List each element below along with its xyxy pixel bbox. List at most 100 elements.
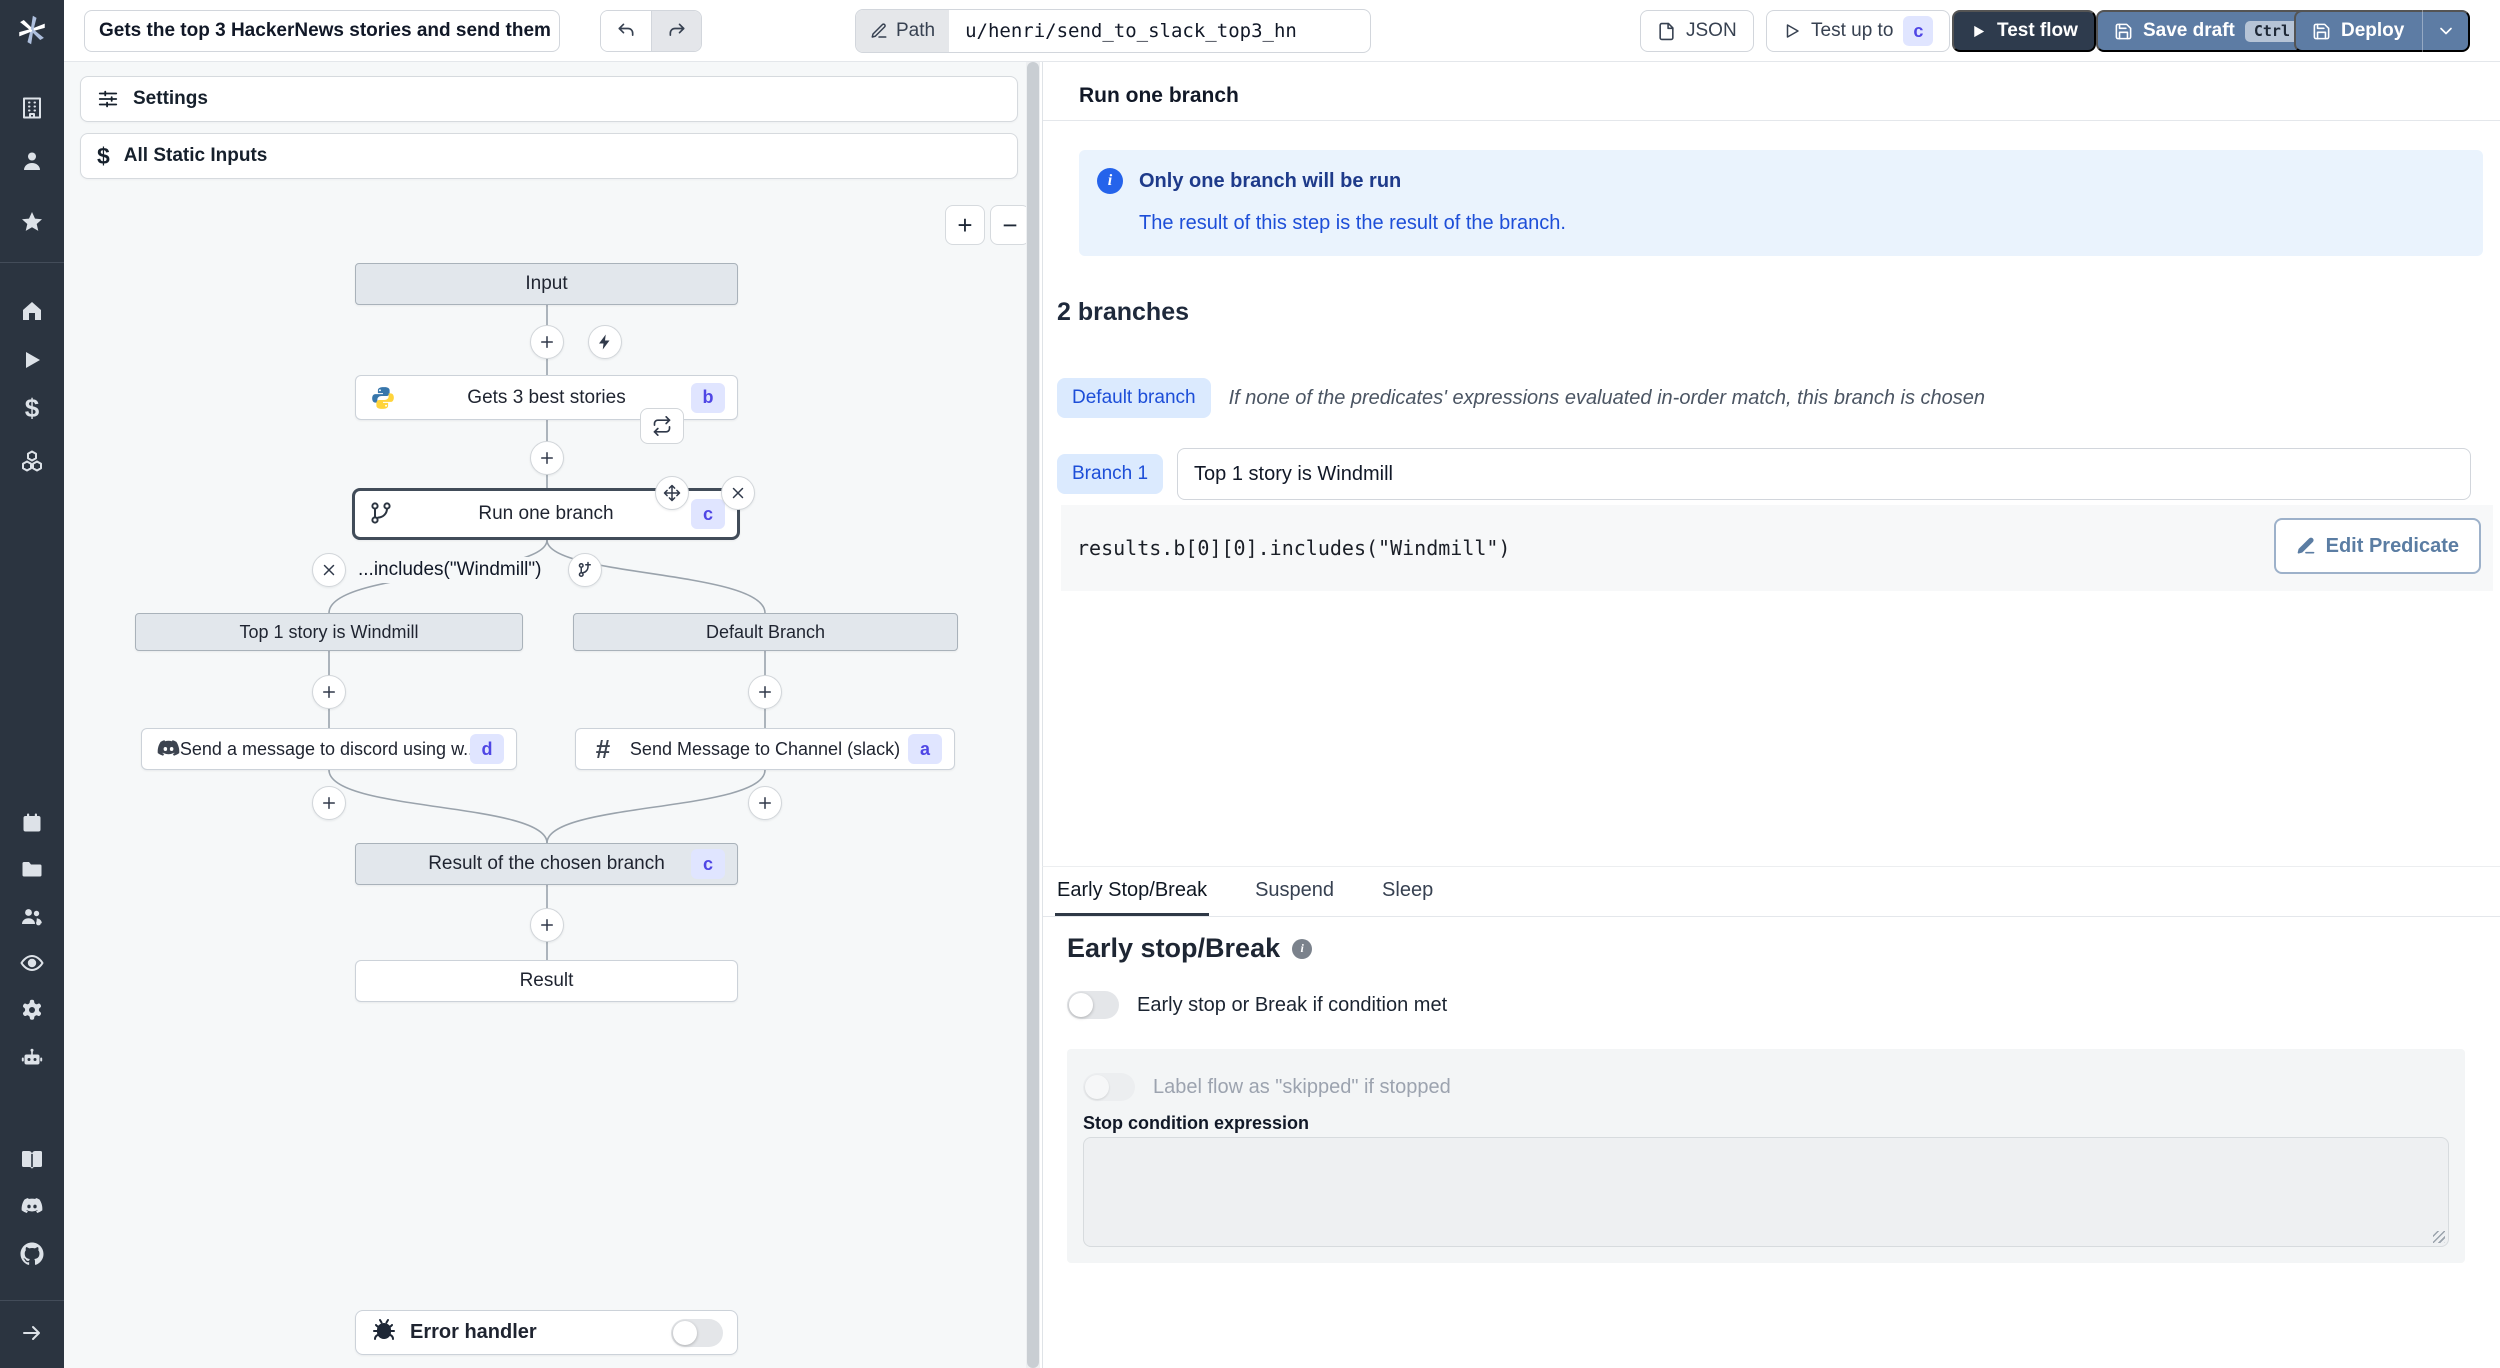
- path-value[interactable]: u/henri/send_to_slack_top3_hn: [949, 10, 1313, 52]
- settings-gear-icon[interactable]: [20, 998, 44, 1022]
- github-icon[interactable]: [20, 1242, 44, 1266]
- audit-eye-icon[interactable]: [20, 951, 44, 975]
- docs-book-icon[interactable]: [20, 1148, 44, 1172]
- add-branch-button[interactable]: [568, 553, 602, 587]
- trigger-bolt-button[interactable]: [588, 325, 622, 359]
- skip-label-toggle-row: Label flow as "skipped" if stopped: [1083, 1073, 1451, 1101]
- info-alert: i Only one branch will be run The result…: [1079, 150, 2483, 256]
- branch-1-row: Branch 1: [1057, 448, 2472, 500]
- groups-users-icon[interactable]: [20, 905, 44, 929]
- python-icon: [370, 385, 396, 411]
- test-up-to-button[interactable]: Test up to c: [1766, 10, 1951, 52]
- error-handler-label: Error handler: [410, 1321, 537, 1343]
- edit-predicate-button[interactable]: Edit Predicate: [2273, 518, 2481, 574]
- early-stop-toggle[interactable]: [1067, 991, 1119, 1019]
- play-icon: [1786, 24, 1799, 38]
- folders-icon[interactable]: [20, 857, 44, 881]
- deploy-button[interactable]: Deploy: [2294, 10, 2471, 52]
- runs-play-icon[interactable]: [20, 348, 44, 372]
- undo-button[interactable]: [601, 11, 651, 51]
- workers-robot-icon[interactable]: [20, 1046, 44, 1070]
- chevron-down-icon: [2440, 27, 2452, 35]
- path-edit-button[interactable]: Path: [856, 10, 950, 52]
- expand-arrow-icon[interactable]: [20, 1321, 44, 1345]
- tab-sleep[interactable]: Sleep: [1380, 867, 1435, 916]
- stop-condition-textarea[interactable]: [1083, 1137, 2449, 1247]
- add-step-button[interactable]: [312, 675, 346, 709]
- branches-heading: 2 branches: [1057, 298, 1190, 326]
- node-input[interactable]: Input: [355, 263, 738, 305]
- info-icon: i: [1097, 168, 1123, 194]
- variables-dollar-icon[interactable]: $: [20, 395, 44, 421]
- home-icon[interactable]: [20, 299, 44, 323]
- node-branch-default[interactable]: Default Branch: [573, 613, 958, 651]
- schedules-calendar-icon[interactable]: [20, 811, 44, 835]
- test-up-to-label: Test up to: [1811, 20, 1894, 41]
- branch-1-summary-input[interactable]: [1177, 448, 2472, 500]
- error-handler-toggle[interactable]: [671, 1318, 723, 1347]
- move-step-button[interactable]: [655, 476, 689, 510]
- node-branch-top1[interactable]: Top 1 story is Windmill: [135, 613, 523, 651]
- add-step-button[interactable]: [530, 441, 564, 475]
- add-step-button[interactable]: [530, 908, 564, 942]
- discord-icon: [156, 736, 182, 762]
- node-result[interactable]: Result: [355, 960, 738, 1002]
- save-icon: [2313, 23, 2330, 39]
- node-send-slack[interactable]: # Send Message to Channel (slack) a: [575, 728, 955, 770]
- branch-predicate-label[interactable]: ...includes("Windmill"): [352, 557, 548, 583]
- add-step-button[interactable]: [312, 786, 346, 820]
- delete-step-button[interactable]: [721, 476, 755, 510]
- info-alert-body: The result of this step is the result of…: [1139, 212, 1566, 234]
- step-id-badge: b: [691, 382, 725, 413]
- resources-cubes-icon[interactable]: [20, 449, 44, 473]
- play-icon: [1974, 25, 1985, 37]
- save-icon: [2115, 23, 2132, 39]
- add-step-button[interactable]: [748, 675, 782, 709]
- test-up-to-step-badge: c: [1903, 16, 1934, 46]
- file-icon: [1659, 22, 1674, 40]
- remove-branch-button[interactable]: [312, 553, 346, 587]
- path-group: Path u/henri/send_to_slack_top3_hn: [855, 9, 1371, 53]
- undo-redo-group: [600, 10, 702, 52]
- deploy-dropdown-button[interactable]: [2422, 10, 2468, 52]
- flow-canvas[interactable]: Settings $ All Static Inputs + − Input G…: [64, 62, 1040, 1368]
- step-detail-panel: Run one branch i Only one branch will be…: [1042, 62, 2500, 866]
- node-result-of-branch-label: Result of the chosen branch: [428, 853, 665, 874]
- tab-early-stop-break[interactable]: Early Stop/Break: [1055, 867, 1210, 916]
- add-step-button[interactable]: [748, 786, 782, 820]
- info-alert-title: Only one branch will be run: [1139, 170, 1402, 192]
- sidebar-divider: [0, 262, 64, 263]
- user-icon[interactable]: [20, 149, 44, 173]
- redo-button[interactable]: [651, 11, 701, 51]
- resize-handle[interactable]: [2433, 1231, 2445, 1243]
- node-result-of-branch[interactable]: Result of the chosen branch c: [355, 843, 738, 885]
- test-flow-label: Test flow: [1997, 20, 2078, 41]
- windmill-logo[interactable]: [15, 13, 49, 47]
- step-id-badge: d: [470, 734, 504, 764]
- stop-condition-label: Stop condition expression: [1083, 1113, 1310, 1133]
- add-step-button[interactable]: [530, 325, 564, 359]
- workspace-building-icon[interactable]: [20, 96, 44, 120]
- close-icon: [323, 564, 335, 576]
- sidebar: $: [0, 0, 64, 1368]
- pencil-icon: [2297, 537, 2314, 554]
- discord-icon[interactable]: [20, 1194, 44, 1218]
- flow-title-input[interactable]: Gets the top 3 HackerNews stories and se…: [84, 10, 560, 52]
- step-id-badge: c: [691, 499, 725, 529]
- default-branch-badge: Default branch: [1057, 378, 1211, 418]
- node-run-one-branch-label: Run one branch: [478, 503, 614, 524]
- node-result-label: Result: [519, 970, 574, 991]
- retry-loop-button[interactable]: [640, 408, 684, 444]
- favorites-star-icon[interactable]: [20, 210, 44, 234]
- json-button[interactable]: JSON: [1640, 10, 1754, 52]
- tab-suspend[interactable]: Suspend: [1253, 867, 1336, 916]
- node-send-slack-label: Send Message to Channel (slack): [629, 738, 901, 759]
- predicate-code: results.b[0][0].includes("Windmill"): [1077, 536, 1511, 560]
- skip-label-toggle[interactable]: [1083, 1073, 1135, 1101]
- error-handler-bar[interactable]: Error handler: [355, 1310, 738, 1355]
- sidebar-divider: [0, 1300, 64, 1301]
- early-stop-options-box: Label flow as "skipped" if stopped Stop …: [1067, 1049, 2465, 1263]
- test-flow-button[interactable]: Test flow: [1952, 10, 2096, 52]
- flow-title-text: Gets the top 3 HackerNews stories and se…: [99, 20, 551, 41]
- node-send-discord[interactable]: Send a message to discord using w... d: [141, 728, 517, 770]
